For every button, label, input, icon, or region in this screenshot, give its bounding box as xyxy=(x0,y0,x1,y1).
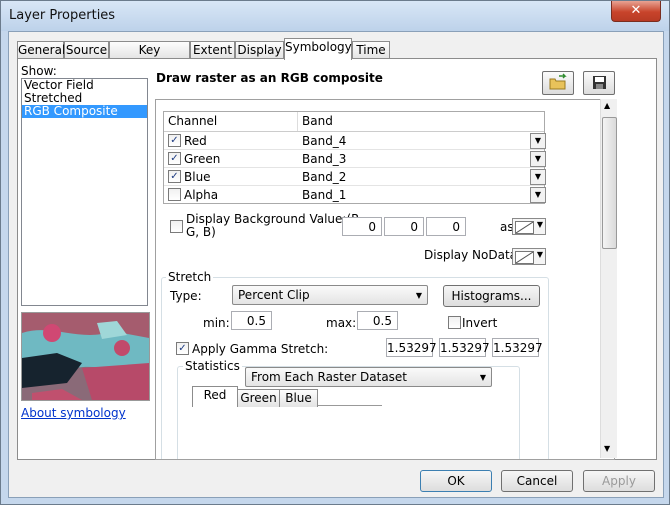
scroll-down-icon[interactable]: ▼ xyxy=(604,444,610,453)
checkbox-icon[interactable]: ✓ xyxy=(168,170,181,183)
stat-tab-blue[interactable]: Blue xyxy=(279,389,318,407)
dropdown-arrow-icon: ▼ xyxy=(415,291,422,300)
max-label: max: xyxy=(326,316,357,330)
close-button[interactable]: ✕ xyxy=(611,1,661,22)
table-row-red: ✓ Red Band_4 ▼ xyxy=(164,132,546,150)
band-value[interactable]: Band_2 xyxy=(302,170,346,184)
open-button[interactable] xyxy=(542,71,574,95)
min-label: min: xyxy=(203,316,230,330)
max-field[interactable]: 0.5 xyxy=(357,311,398,330)
gamma-stretch-label: Apply Gamma Stretch: xyxy=(192,342,329,356)
renderer-list: Vector Field Stretched RGB Composite xyxy=(21,78,148,306)
color-swatch-icon xyxy=(515,251,534,264)
statistics-dropdown[interactable]: From Each Raster Dataset ▼ xyxy=(245,367,492,387)
tab-extent[interactable]: Extent xyxy=(190,41,235,59)
display-background-checkbox[interactable] xyxy=(170,220,183,233)
statistics-group-label: Statistics xyxy=(183,359,242,373)
symbology-panel: Show: Vector Field Stretched RGB Composi… xyxy=(17,58,657,460)
gamma-green-field[interactable]: 1.53297 xyxy=(439,338,490,357)
save-icon xyxy=(593,76,606,89)
channel-band-table: Channel Band ✓ Red Band_4 ▼ ✓ Green Band… xyxy=(163,111,546,204)
invert-label: Invert xyxy=(462,316,498,330)
cancel-button[interactable]: Cancel xyxy=(501,470,573,492)
tab-source[interactable]: Source xyxy=(64,41,109,59)
channel-name: Alpha xyxy=(184,188,219,202)
gamma-red-field[interactable]: 1.53297 xyxy=(386,338,437,357)
scroll-up-icon[interactable]: ▲ xyxy=(604,101,610,110)
checkbox-icon[interactable] xyxy=(168,188,181,201)
table-header: Channel Band xyxy=(164,112,544,132)
checkbox-icon[interactable]: ✓ xyxy=(168,134,181,147)
table-row-alpha: Alpha Band_1 ▼ xyxy=(164,186,546,203)
gamma-stretch-checkbox[interactable]: ✓ xyxy=(176,342,189,355)
dropdown-arrow-icon: ▼ xyxy=(479,373,486,382)
tab-general[interactable]: General xyxy=(17,41,65,59)
symbology-options-region: Channel Band ✓ Red Band_4 ▼ ✓ Green Band… xyxy=(155,99,615,460)
band-value[interactable]: Band_3 xyxy=(302,152,346,166)
show-label: Show: xyxy=(21,64,57,78)
dropdown-arrow-icon: ▼ xyxy=(536,250,543,259)
checkbox-icon[interactable]: ✓ xyxy=(168,152,181,165)
background-b-field[interactable]: 0 xyxy=(426,217,466,236)
renderer-heading: Draw raster as an RGB composite xyxy=(156,71,383,85)
dropdown-arrow-icon[interactable]: ▼ xyxy=(530,151,546,167)
channel-name: Red xyxy=(184,134,207,148)
title-bar: Layer Properties ✕ xyxy=(1,1,669,31)
vertical-scrollbar[interactable]: ▲ ▼ xyxy=(600,99,617,458)
background-r-field[interactable]: 0 xyxy=(342,217,382,236)
stat-tab-green[interactable]: Green xyxy=(237,389,280,407)
tab-time[interactable]: Time xyxy=(352,41,390,59)
scroll-thumb-icon[interactable] xyxy=(602,117,617,249)
invert-checkbox[interactable] xyxy=(448,316,461,329)
table-row-blue: ✓ Blue Band_2 ▼ xyxy=(164,168,546,186)
stretch-group-label: Stretch xyxy=(166,270,214,284)
renderer-item-rgb-composite[interactable]: RGB Composite xyxy=(22,105,147,118)
background-color-picker[interactable]: ▼ xyxy=(512,218,546,235)
apply-button[interactable]: Apply xyxy=(583,470,655,492)
stat-tab-red[interactable]: Red xyxy=(192,386,238,407)
column-header-band: Band xyxy=(302,114,333,128)
background-g-field[interactable]: 0 xyxy=(384,217,424,236)
dropdown-arrow-icon[interactable]: ▼ xyxy=(530,187,546,203)
column-header-channel: Channel xyxy=(168,114,218,128)
dialog-client-area: General Source Key Metadata Extent Displ… xyxy=(8,31,664,498)
gamma-blue-field[interactable]: 1.53297 xyxy=(492,338,543,357)
ok-button[interactable]: OK xyxy=(420,470,492,492)
channel-name: Green xyxy=(184,152,221,166)
layer-properties-window: Layer Properties ✕ General Source Key Me… xyxy=(0,0,670,505)
dropdown-arrow-icon[interactable]: ▼ xyxy=(530,169,546,185)
band-value[interactable]: Band_1 xyxy=(302,188,346,202)
band-value[interactable]: Band_4 xyxy=(302,134,346,148)
display-background-label: Display Background Value:(R, G, B) xyxy=(186,212,364,239)
channel-name: Blue xyxy=(184,170,211,184)
window-title: Layer Properties xyxy=(9,8,116,23)
about-symbology-link[interactable]: About symbology xyxy=(21,406,126,420)
dropdown-arrow-icon[interactable]: ▼ xyxy=(530,133,546,149)
type-label: Type: xyxy=(170,289,202,303)
save-layer-button[interactable] xyxy=(583,71,615,95)
table-row-green: ✓ Green Band_3 ▼ xyxy=(164,150,546,168)
dropdown-arrow-icon: ▼ xyxy=(536,220,543,229)
min-field[interactable]: 0.5 xyxy=(231,311,272,330)
nodata-color-picker[interactable]: ▼ xyxy=(512,248,546,265)
tab-key-metadata[interactable]: Key Metadata xyxy=(109,41,190,74)
color-swatch-icon xyxy=(515,221,534,234)
tab-symbology[interactable]: Symbology xyxy=(284,38,352,60)
statistics-tab-area xyxy=(192,405,382,459)
tab-display[interactable]: Display xyxy=(235,41,284,59)
open-folder-icon xyxy=(549,73,567,90)
stretch-type-dropdown[interactable]: Percent Clip ▼ xyxy=(232,285,428,305)
symbology-preview-image xyxy=(21,312,150,401)
histograms-button[interactable]: Histograms... xyxy=(443,285,540,307)
